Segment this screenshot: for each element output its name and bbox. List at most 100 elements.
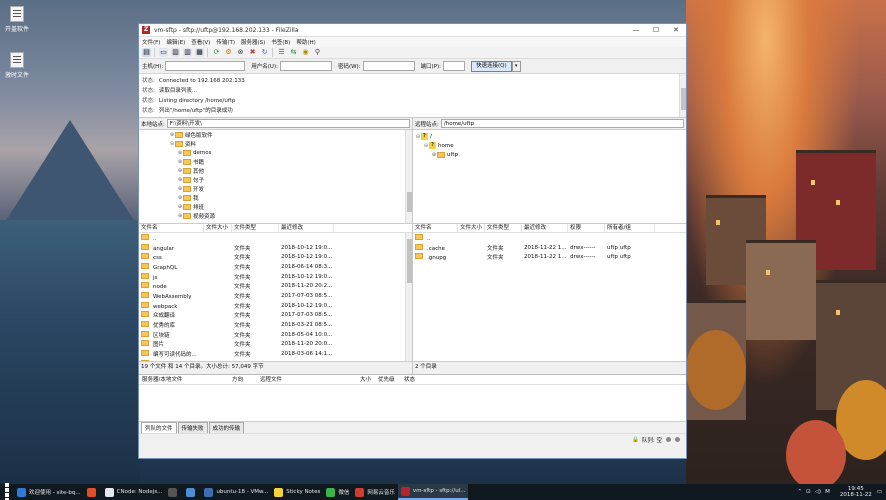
col-filename[interactable]: 文件名 — [413, 224, 458, 232]
title-bar[interactable]: Z vm-sftp - sftp://uftp@192.168.202.133 … — [139, 24, 686, 37]
col-filesize[interactable]: 文件大小 — [458, 224, 485, 232]
maximize-button[interactable]: ☐ — [646, 24, 666, 36]
menu-server[interactable]: 服务器(S) — [241, 38, 265, 46]
ime-indicator[interactable]: M — [825, 489, 830, 495]
username-input[interactable] — [279, 61, 332, 71]
tree-item[interactable]: ⊕ 视频资源 — [177, 211, 412, 220]
tree-item[interactable]: ⊕ demos — [177, 148, 412, 157]
volume-icon[interactable]: ◁) — [815, 489, 821, 495]
table-row[interactable]: css 文件夹 2018-10-12 19:0... — [139, 252, 412, 262]
taskbar-item[interactable] — [165, 484, 183, 500]
port-input[interactable] — [443, 61, 466, 71]
remote-path-input[interactable]: /home/uftp — [440, 119, 684, 128]
tree-item[interactable]: ⊕ 排班 — [177, 202, 412, 211]
refresh-icon[interactable]: ⟳ — [212, 48, 221, 57]
disconnect-icon[interactable]: ✖ — [248, 48, 257, 57]
col-permissions[interactable]: 权限 — [568, 224, 605, 232]
toggle-local-tree-icon[interactable]: ▥ — [171, 48, 180, 57]
table-row[interactable]: 编写可读代码的... 文件夹 2018-03-06 14:1... — [139, 349, 412, 359]
tab-queued-files[interactable]: 列队的文件 — [141, 422, 177, 433]
tree-item[interactable]: ⊕ uftp — [415, 150, 686, 159]
taskbar-item[interactable]: Sticky Notes — [271, 484, 323, 500]
col-modified[interactable]: 最近修改 — [522, 224, 568, 232]
col-filename[interactable]: 文件名 — [139, 224, 204, 232]
tab-successful-transfers[interactable]: 成功的传输 — [208, 422, 245, 433]
network-icon[interactable]: ⊡ — [806, 489, 811, 495]
table-row[interactable]: 图片 文件夹 2018-11-20 20:0... — [139, 340, 412, 350]
table-row[interactable]: ...文件夹2018-11-20 20:2... — [139, 359, 412, 361]
table-row[interactable]: GraphQL 文件夹 2018-06-14 08:3... — [139, 262, 412, 272]
start-button[interactable] — [0, 482, 14, 500]
menu-view[interactable]: 查看(V) — [191, 38, 210, 46]
sync-browse-icon[interactable]: ⇆ — [289, 48, 298, 57]
search-icon[interactable]: ⚲ — [313, 48, 322, 57]
table-row[interactable]: 优秀的库 文件夹 2018-03-21 08:5... — [139, 320, 412, 330]
password-input[interactable] — [362, 61, 415, 71]
close-button[interactable]: ✕ — [666, 24, 686, 36]
log-scrollbar[interactable] — [679, 74, 686, 117]
table-row[interactable]: .gnupg 文件夹 2018-11-22 1... drwx------ uftp u… — [413, 252, 686, 262]
col-server-local[interactable]: 服务器/本地文件 — [139, 375, 229, 384]
col-modified[interactable]: 最近修改 — [279, 224, 334, 232]
tree-item[interactable]: ⊕ 开发 — [177, 184, 412, 193]
filter-icon[interactable]: ☰ — [277, 48, 286, 57]
tree-item[interactable]: ⊕ 书籍 — [177, 157, 412, 166]
table-row[interactable]: angular 文件夹 2018-10-12 19:0... — [139, 243, 412, 253]
taskbar-item[interactable]: 欢迎使用 - site-bq... — [14, 484, 84, 500]
col-priority[interactable]: 优先级 — [375, 375, 401, 384]
taskbar-item[interactable] — [183, 484, 201, 500]
taskbar-item[interactable]: ubuntu-18 - VMw... — [201, 484, 271, 500]
host-input[interactable] — [165, 61, 246, 71]
menu-bookmarks[interactable]: 书签(B) — [271, 38, 290, 46]
table-row[interactable]: webpack 文件夹 2018-10-12 19:0... — [139, 301, 412, 311]
col-owner[interactable]: 所有者/组 — [605, 224, 655, 232]
tree-item[interactable]: ⊕ 句子 — [177, 175, 412, 184]
tree-item[interactable]: ⊕ 绿色版软件 — [169, 130, 412, 139]
taskbar-item[interactable]: 网易云音乐 — [352, 484, 398, 500]
table-row[interactable]: .. — [139, 233, 412, 243]
desktop-icon-1[interactable]: 开盖软件 — [2, 6, 32, 33]
menu-transfer[interactable]: 传输(T) — [216, 38, 235, 46]
menu-edit[interactable]: 编辑(E) — [166, 38, 185, 46]
tree-item[interactable]: ⊖ 资料 — [169, 139, 412, 148]
table-row[interactable]: js 文件夹 2018-10-12 19:0... — [139, 272, 412, 282]
col-size[interactable]: 大小 — [357, 375, 375, 384]
minimize-button[interactable]: — — [626, 24, 646, 36]
taskbar-item[interactable] — [84, 484, 102, 500]
table-row[interactable]: 区块链 文件夹 2018-05-04 10:0... — [139, 330, 412, 340]
site-manager-icon[interactable]: ▤ — [142, 48, 151, 57]
tree-item[interactable]: ⊕ 我 — [177, 193, 412, 202]
table-row[interactable]: node 文件夹 2018-11-20 20:2... — [139, 281, 412, 291]
taskbar-item[interactable]: CNode: Nodejs... — [102, 484, 166, 500]
tab-failed-transfers[interactable]: 传输失败 — [177, 422, 208, 433]
table-row[interactable]: 众成翻译 文件夹 2017-07-03 08:5... — [139, 311, 412, 321]
tree-item[interactable]: ⊕ 其他 — [177, 166, 412, 175]
tree-item[interactable]: ⊖? / — [415, 132, 686, 141]
tree-item[interactable]: ⊖? home — [415, 141, 686, 150]
clock[interactable]: 19:45 2018-11-22 — [840, 486, 872, 498]
tray-arrow-icon[interactable]: ⌃ — [797, 489, 802, 495]
toggle-remote-tree-icon[interactable]: ▥ — [183, 48, 192, 57]
col-filetype[interactable]: 文件类型 — [485, 224, 522, 232]
col-remote-file[interactable]: 远程文件 — [257, 375, 357, 384]
compare-icon[interactable]: ◉ — [301, 48, 310, 57]
taskbar-item[interactable]: vm-sftp - sftp://ul... — [397, 484, 469, 500]
cancel-icon[interactable]: ⊗ — [236, 48, 245, 57]
col-filesize[interactable]: 文件大小 — [204, 224, 232, 232]
taskbar-item[interactable]: 微信 — [323, 484, 352, 500]
col-status[interactable]: 状态 — [401, 375, 431, 384]
quickconnect-dropdown[interactable]: ▾ — [511, 60, 521, 72]
local-tree-scrollbar[interactable] — [405, 130, 412, 223]
local-list-scrollbar[interactable] — [405, 233, 412, 361]
notifications-icon[interactable]: ▭ — [877, 489, 882, 495]
table-row[interactable]: .cache 文件夹 2018-11-22 1... drwx------ uftp u… — [413, 243, 686, 253]
desktop-icon-2[interactable]: 激时文件 — [2, 52, 32, 79]
col-filetype[interactable]: 文件类型 — [232, 224, 279, 232]
local-path-input[interactable]: F:\资料\开发\ — [166, 119, 410, 128]
process-queue-icon[interactable]: ⚙ — [224, 48, 233, 57]
toggle-queue-icon[interactable]: ▦ — [195, 48, 204, 57]
table-row[interactable]: .. — [413, 233, 686, 243]
col-direction[interactable]: 方向 — [229, 375, 257, 384]
table-row[interactable]: WebAssembly 文件夹 2017-07-03 08:5... — [139, 291, 412, 301]
menu-help[interactable]: 帮助(H) — [296, 38, 315, 46]
